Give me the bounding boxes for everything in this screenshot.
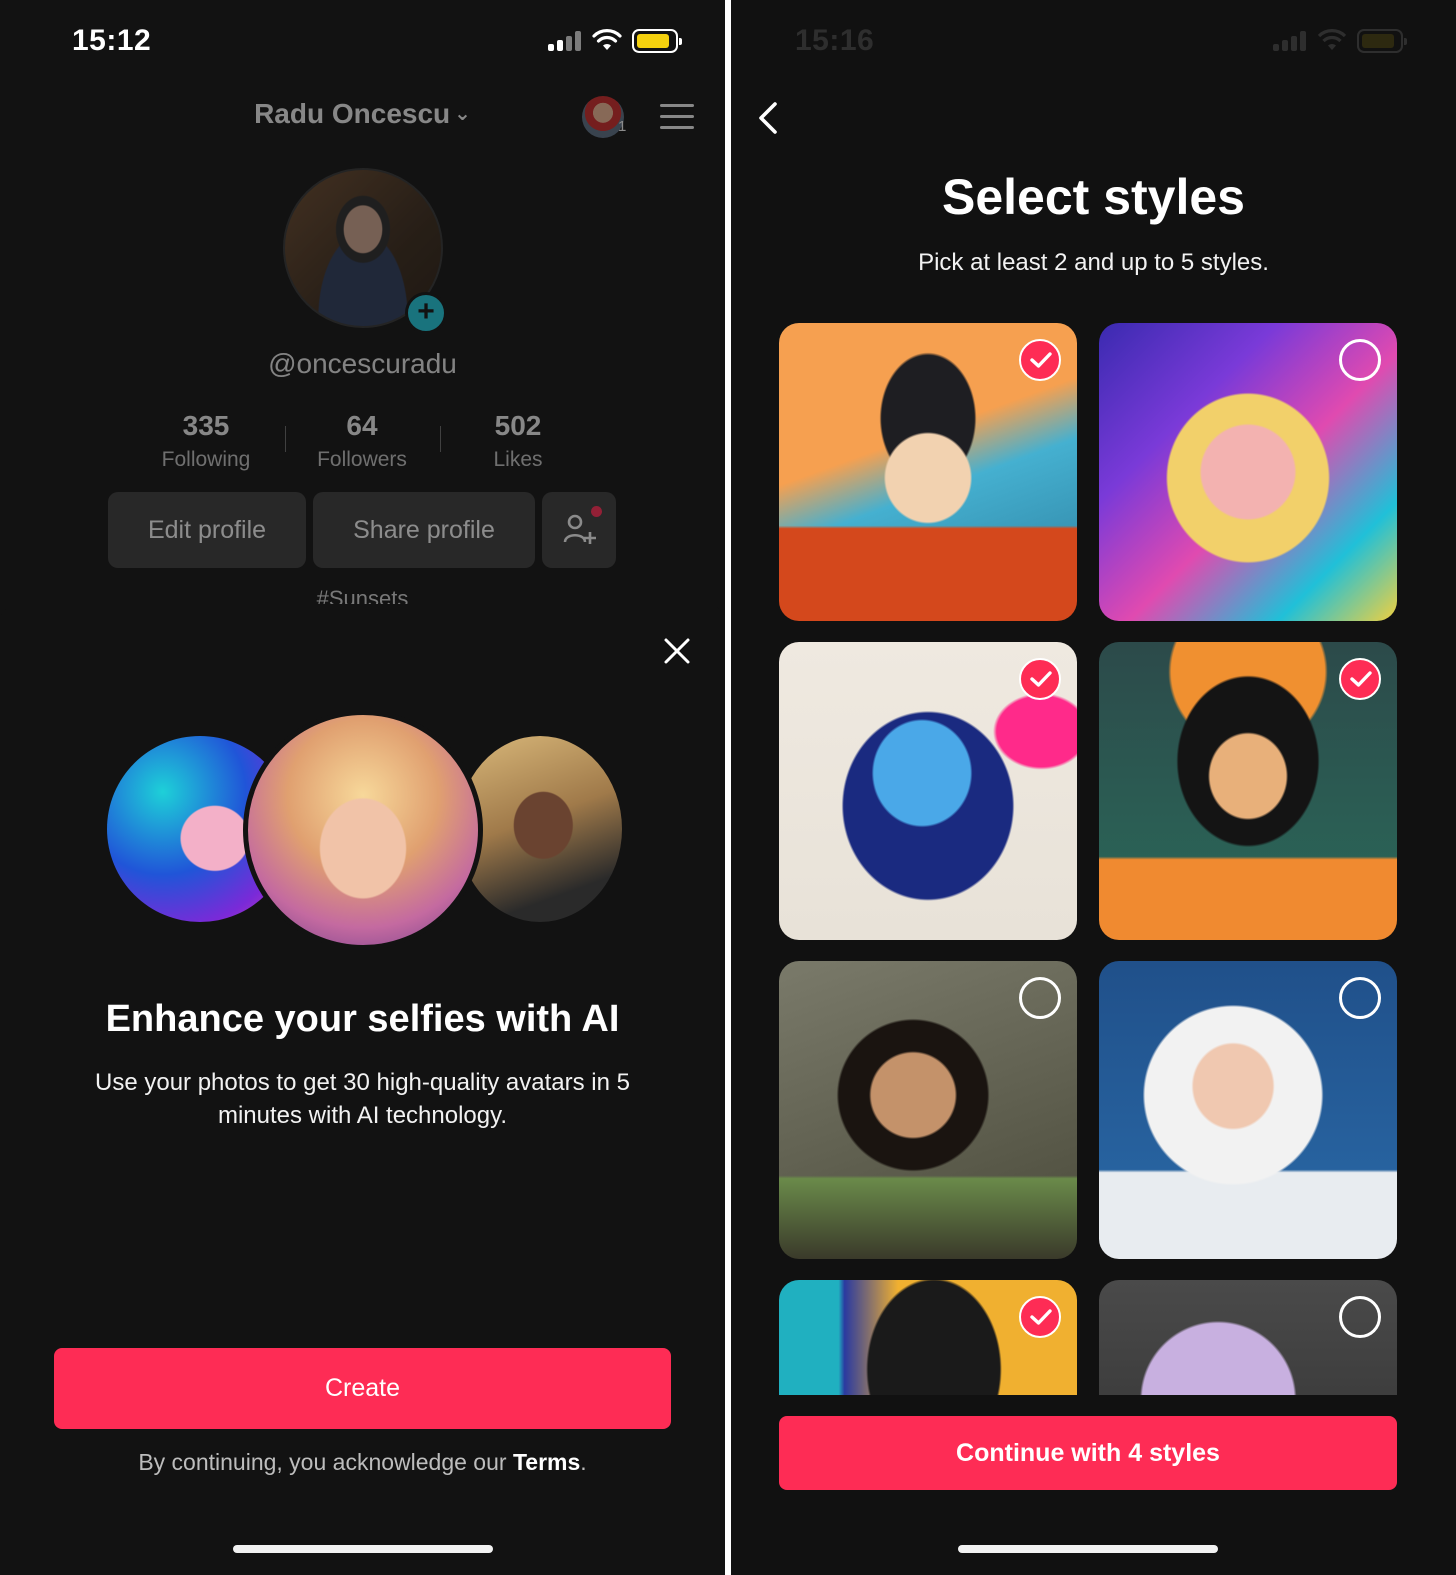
style-tile-pop-art[interactable] xyxy=(779,1280,1077,1395)
ai-avatar-sheet: Enhance your selfies with AI Use your ph… xyxy=(0,604,725,1575)
stat-following[interactable]: 335 Following xyxy=(136,410,276,472)
stat-label: Following xyxy=(161,448,251,471)
unselected-circle-icon[interactable] xyxy=(1339,339,1381,381)
select-styles-screen: 15:16 Select styles Pick at least 2 and … xyxy=(731,0,1456,1575)
style-tile-mountain-illustration[interactable] xyxy=(779,323,1077,621)
cellular-signal-icon xyxy=(1273,31,1307,51)
stat-value: 64 xyxy=(346,410,378,441)
profile-name: Radu Oncescu xyxy=(254,98,451,129)
page-subtitle: Pick at least 2 and up to 5 styles. xyxy=(918,249,1269,276)
unselected-circle-icon[interactable] xyxy=(1339,1296,1381,1338)
home-indicator[interactable] xyxy=(958,1545,1218,1553)
checkmark-icon[interactable] xyxy=(1019,1296,1061,1338)
page-title: Select styles xyxy=(942,169,1245,225)
cellular-signal-icon xyxy=(548,31,582,51)
terms-period: . xyxy=(580,1449,587,1475)
status-time: 15:12 xyxy=(72,24,152,57)
profile-handle: @oncescuradu xyxy=(268,348,457,379)
status-bar: 15:16 xyxy=(731,0,1456,84)
stat-value: 502 xyxy=(494,410,542,441)
continue-button[interactable]: Continue with 4 styles xyxy=(779,1416,1397,1490)
hamburger-menu-icon[interactable] xyxy=(660,104,694,130)
status-bar: 15:12 xyxy=(0,0,725,84)
stat-divider xyxy=(440,426,441,452)
add-friend-button[interactable] xyxy=(542,492,616,568)
profile-screen: 15:12 Radu Oncescu ⌄ 1 + @oncescuradu 335… xyxy=(0,0,725,1575)
status-time: 15:16 xyxy=(795,24,875,57)
style-tile-astronaut[interactable] xyxy=(1099,961,1397,1259)
wifi-icon xyxy=(1317,29,1347,50)
chevron-down-icon: ⌄ xyxy=(454,103,471,125)
terms-link[interactable]: Terms xyxy=(513,1449,580,1475)
battery-icon xyxy=(632,29,682,53)
battery-icon xyxy=(1357,29,1407,53)
profile-header: Radu Oncescu ⌄ 1 + @oncescuradu 335 Follo… xyxy=(0,84,725,611)
notification-dot xyxy=(591,506,602,517)
sheet-title: Enhance your selfies with AI xyxy=(105,998,620,1040)
home-indicator[interactable] xyxy=(233,1545,493,1553)
checkmark-icon[interactable] xyxy=(1339,658,1381,700)
style-tile-cyber-portrait[interactable] xyxy=(1099,1280,1397,1395)
style-tile-watercolor[interactable] xyxy=(779,642,1077,940)
add-photo-icon[interactable]: + xyxy=(405,292,447,334)
checkmark-icon[interactable] xyxy=(1019,658,1061,700)
close-icon[interactable] xyxy=(660,634,694,668)
share-profile-button[interactable]: Share profile xyxy=(313,492,535,568)
style-tile-neon-glow[interactable] xyxy=(1099,323,1397,621)
sheet-description: Use your photos to get 30 high-quality a… xyxy=(95,1069,630,1129)
stat-value: 335 xyxy=(182,410,230,441)
stat-label: Likes xyxy=(493,448,543,471)
stat-followers[interactable]: 64 Followers xyxy=(292,410,432,472)
edit-profile-button[interactable]: Edit profile xyxy=(108,492,306,568)
notification-count: 1 xyxy=(618,118,627,135)
add-friend-icon xyxy=(563,514,596,544)
checkmark-icon[interactable] xyxy=(1019,339,1061,381)
style-tile-fantasy-armor[interactable] xyxy=(779,961,1077,1259)
unselected-circle-icon[interactable] xyxy=(1019,977,1061,1019)
stat-divider xyxy=(285,426,286,452)
terms-notice: By continuing, you acknowledge our Terms… xyxy=(0,1449,725,1476)
sample-avatar-blonde xyxy=(243,710,483,950)
stat-label: Followers xyxy=(317,448,407,471)
terms-text: By continuing, you acknowledge our xyxy=(138,1449,513,1475)
wifi-icon xyxy=(592,29,622,50)
stat-likes[interactable]: 502 Likes xyxy=(448,410,588,472)
back-arrow-icon[interactable] xyxy=(753,98,783,138)
style-tile-floral-poster[interactable] xyxy=(1099,642,1397,940)
style-grid xyxy=(779,323,1397,1395)
unselected-circle-icon[interactable] xyxy=(1339,977,1381,1019)
create-button[interactable]: Create xyxy=(54,1348,671,1429)
